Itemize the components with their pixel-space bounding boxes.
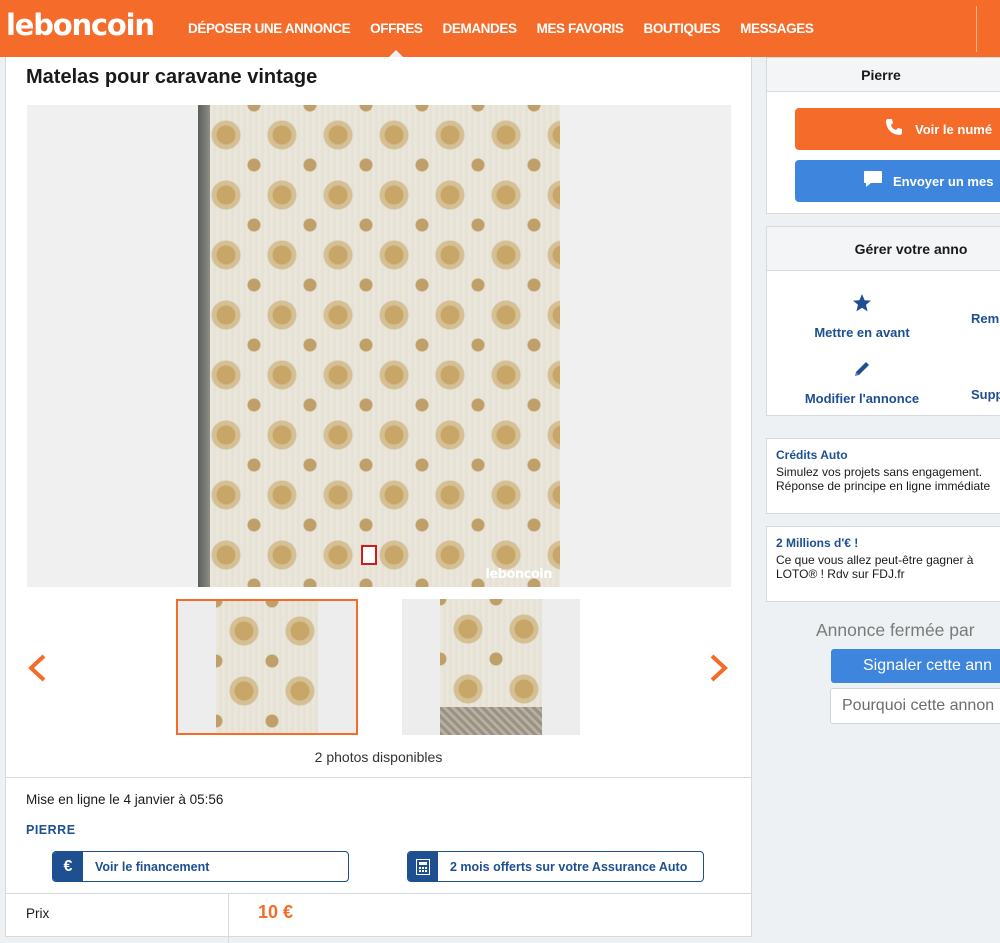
contact-box: Pierre Voir le numé Envoyer un mes: [766, 57, 1000, 214]
main-photo[interactable]: leboncoin: [198, 105, 560, 587]
promo-2-title: 2 Millions d'€ !: [776, 536, 859, 550]
delete-ad-label: Supp: [971, 387, 1000, 402]
show-phone-button[interactable]: Voir le numé: [795, 108, 1000, 150]
edit-ad-action[interactable]: Modifier l'annonce: [797, 359, 927, 406]
promo-1-line-1: Simulez vos projets sans engagement.: [776, 465, 983, 479]
site-logo[interactable]: leboncoin: [6, 8, 155, 42]
bump-ad-label: Rem: [971, 311, 1000, 326]
chevron-left-icon[interactable]: [26, 653, 48, 692]
price-value: 10 €: [258, 902, 294, 922]
thumbnail-2-image: [440, 599, 542, 735]
listing-title: Matelas pour caravane vintage: [26, 66, 318, 88]
price-column-divider: [228, 893, 229, 943]
show-phone-label: Voir le numé: [915, 121, 993, 137]
financing-button[interactable]: € Voir le financement: [52, 851, 349, 882]
photo-watermark: leboncoin: [485, 567, 552, 582]
feature-ad-label: Mettre en avant: [814, 325, 910, 340]
calculator-icon: [408, 852, 438, 881]
insurance-button[interactable]: 2 mois offerts sur votre Assurance Auto: [407, 851, 704, 882]
pencil-icon: [797, 359, 927, 385]
section-divider: [6, 777, 751, 778]
photo-edge-shadow: [198, 105, 210, 587]
chat-icon: [863, 170, 885, 193]
bump-ad-action[interactable]: Rem: [971, 311, 999, 326]
ad-closed-text: Annonce fermée par: [816, 620, 975, 640]
star-icon: [797, 293, 927, 319]
nav-messages[interactable]: MESSAGES: [730, 0, 823, 57]
feature-ad-action[interactable]: Mettre en avant: [797, 293, 927, 340]
seller-name[interactable]: PIERRE: [26, 823, 76, 837]
header-divider: [976, 6, 977, 52]
promo-credit-auto[interactable]: Crédits Auto Simulez vos projets sans en…: [766, 438, 1000, 514]
reason-select[interactable]: Pourquoi cette annon: [830, 688, 1000, 724]
main-photo-area: leboncoin: [27, 105, 731, 587]
financing-label: Voir le financement: [95, 859, 210, 874]
photo-count: 2 photos disponibles: [314, 749, 443, 765]
mattress-image: [198, 105, 560, 587]
nav-favorites[interactable]: MES FAVORIS: [527, 0, 634, 57]
nav-post-ad[interactable]: DÉPOSER UNE ANNONCE: [178, 0, 360, 57]
nav-requests[interactable]: DEMANDES: [433, 0, 527, 57]
promo-1-line-2: Réponse de principe en ligne immédiate: [776, 479, 991, 493]
listing-card: Matelas pour caravane vintage leboncoin …: [5, 57, 752, 943]
report-ad-button[interactable]: Signaler cette ann: [831, 649, 1000, 683]
mattress-label-tag: [361, 545, 377, 565]
thumbnail-2[interactable]: [402, 599, 580, 735]
chevron-right-icon[interactable]: [708, 653, 730, 692]
promo-1-title: Crédits Auto: [776, 448, 848, 462]
euro-icon: €: [53, 852, 83, 881]
manage-box: Gérer votre anno Mettre en avant Rem Mod…: [766, 226, 1000, 416]
posted-date: Mise en ligne le 4 janvier à 05:56: [26, 792, 224, 807]
nav-shops[interactable]: BOUTIQUES: [633, 0, 730, 57]
main-nav: DÉPOSER UNE ANNONCE OFFRES DEMANDES MES …: [178, 0, 823, 57]
phone-icon: [885, 118, 907, 141]
nav-offers[interactable]: OFFRES: [360, 0, 432, 57]
promo-loto[interactable]: 2 Millions d'€ ! Ce que vous allez peut-…: [766, 526, 1000, 602]
promo-2-line-2: LOTO® ! Rdv sur FDJ.fr: [776, 567, 905, 581]
top-header: leboncoin DÉPOSER UNE ANNONCE OFFRES DEM…: [0, 0, 1000, 57]
delete-ad-action[interactable]: Supp: [971, 387, 1000, 402]
send-message-label: Envoyer un mes: [893, 173, 994, 189]
manage-title: Gérer votre anno: [767, 227, 1000, 271]
thumbnail-1-image: [216, 601, 318, 733]
edit-ad-label: Modifier l'annonce: [804, 391, 920, 406]
contact-name: Pierre: [767, 58, 1000, 92]
insurance-label: 2 mois offerts sur votre Assurance Auto: [450, 859, 688, 874]
send-message-button[interactable]: Envoyer un mes: [795, 160, 1000, 202]
price-label: Prix: [26, 906, 50, 921]
promo-2-line-1: Ce que vous allez peut-être gagner à: [776, 553, 974, 567]
thumbnail-1[interactable]: [176, 599, 358, 735]
price-divider: [6, 893, 751, 894]
